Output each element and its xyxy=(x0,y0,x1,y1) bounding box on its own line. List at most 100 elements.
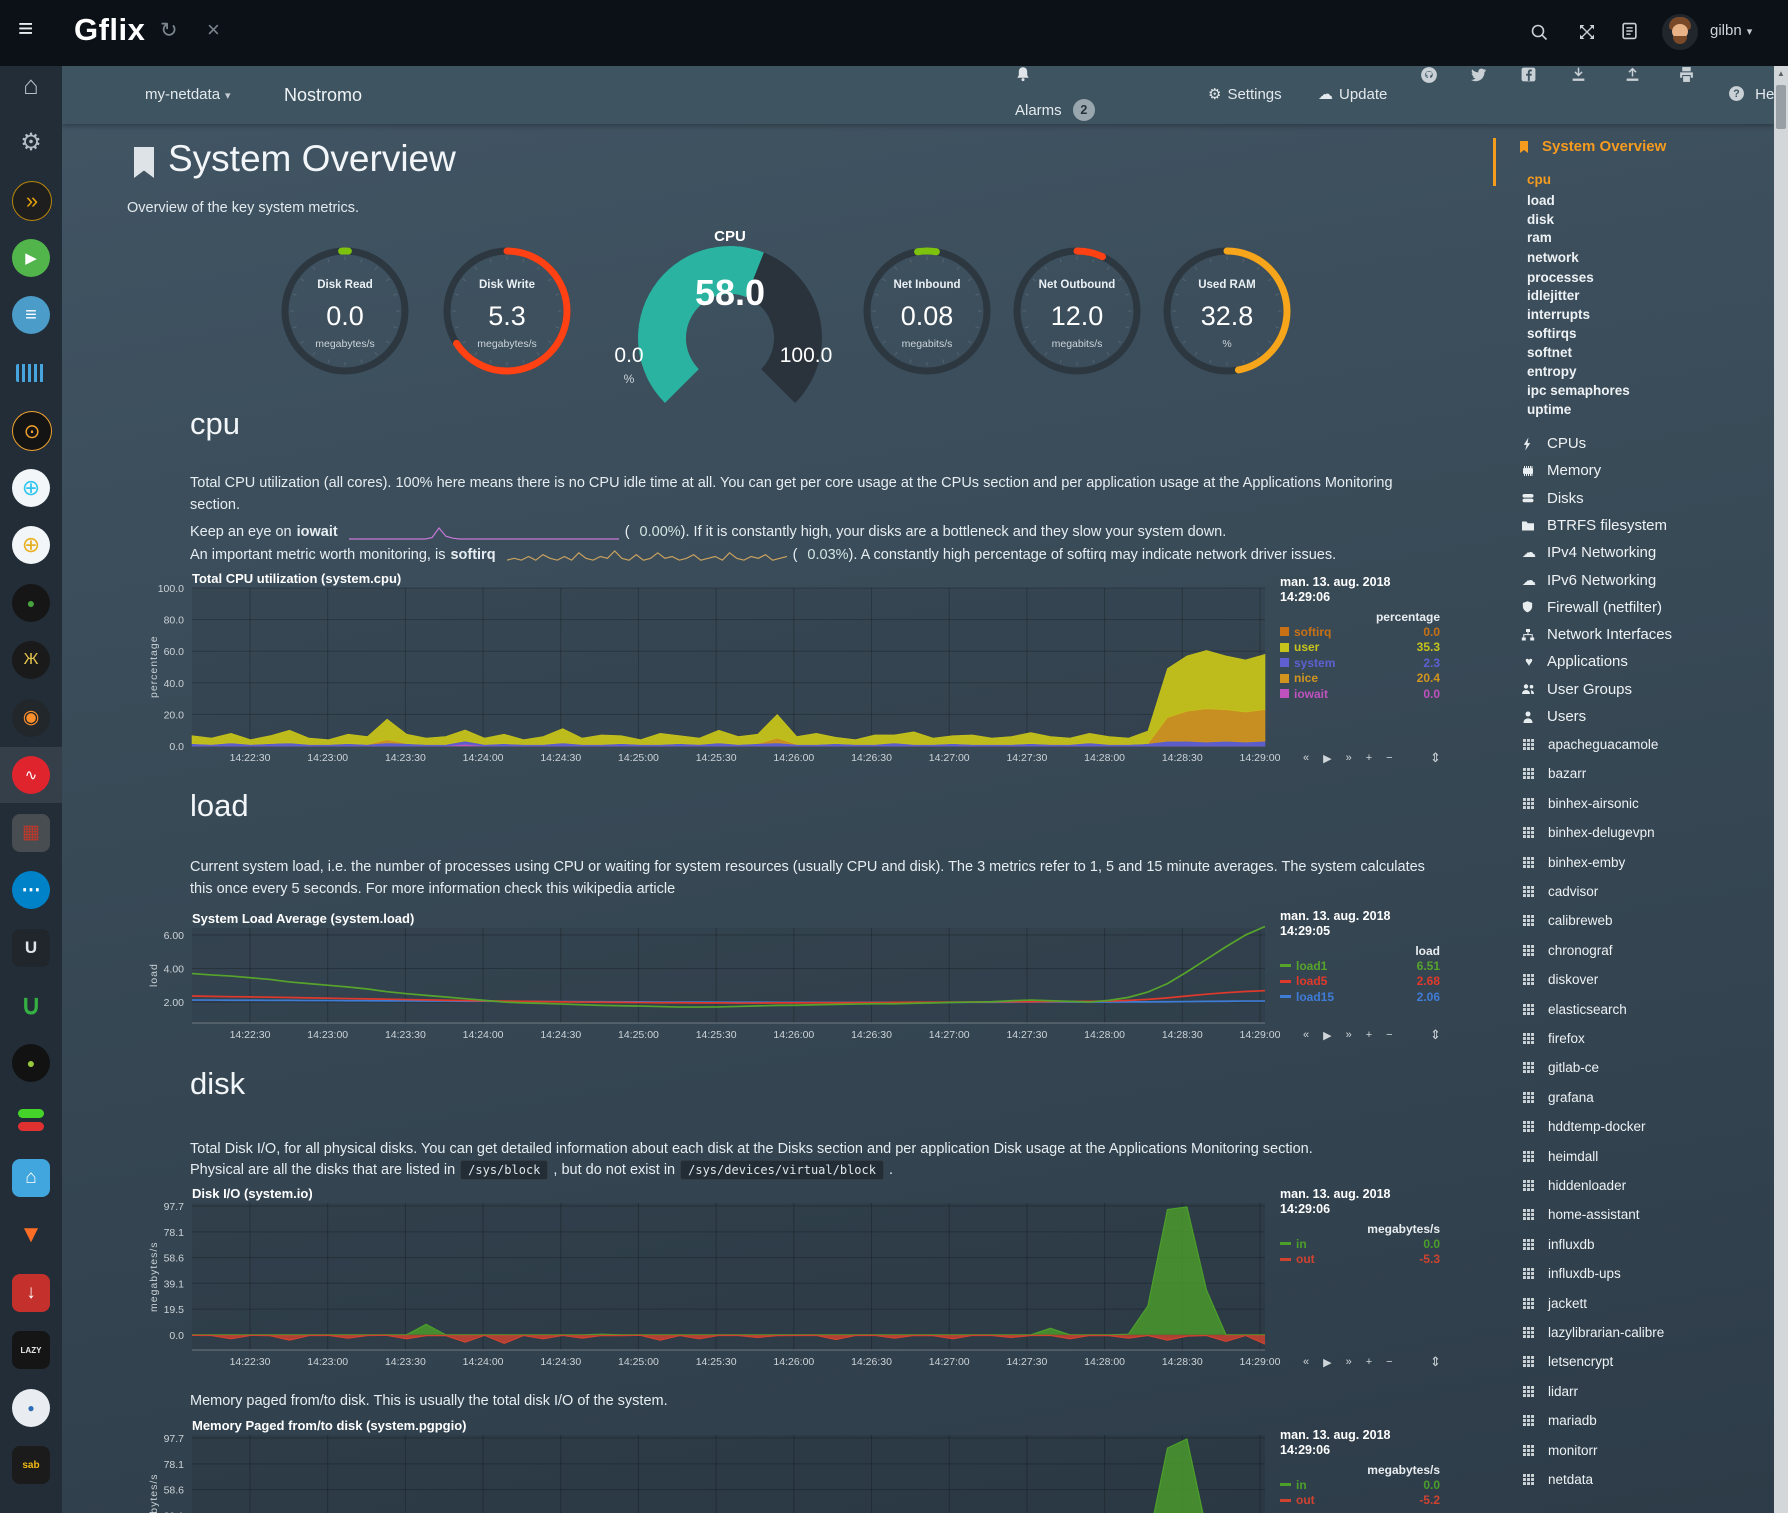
menu-app-firefox[interactable]: firefox xyxy=(1523,1031,1585,1046)
menu-app-binhex-delugevpn[interactable]: binhex-delugevpn xyxy=(1523,825,1655,840)
menu-app-binhex-emby[interactable]: binhex-emby xyxy=(1523,855,1625,870)
menu-app-elasticsearch[interactable]: elasticsearch xyxy=(1523,1002,1627,1017)
menu-app-lazylibrarian-calibre[interactable]: lazylibrarian-calibre xyxy=(1523,1325,1664,1340)
sidebar-item-soundcloud[interactable] xyxy=(0,345,62,401)
zoom-out-icon[interactable]: − xyxy=(1386,752,1392,765)
sidebar-item-sabnzbd[interactable]: sab xyxy=(0,1437,62,1493)
play-icon[interactable]: ▶ xyxy=(1323,752,1331,765)
load-resize-handle[interactable]: ⇕ xyxy=(1430,1027,1441,1043)
net-outbound-gauge[interactable]: Net Outbound12.0megabits/s xyxy=(1007,241,1147,381)
update-button[interactable]: ☁Update xyxy=(1318,66,1387,124)
disk-legend-row-out[interactable]: out-5.3 xyxy=(1280,1252,1440,1268)
load-chart-plot[interactable]: 6.004.002.0014:22:3014:23:0014:23:3014:2… xyxy=(192,928,1265,1045)
load-legend-row-load5[interactable]: load52.68 xyxy=(1280,974,1440,990)
menu-app-gitlab-ce[interactable]: gitlab-ce xyxy=(1523,1060,1599,1075)
sidebar-item-home-assistant[interactable]: ⌂ xyxy=(0,1150,62,1206)
menu-app-mariadb[interactable]: mariadb xyxy=(1523,1413,1597,1428)
sidebar-item-netdata[interactable]: ∿ xyxy=(0,747,62,803)
sidebar-item-pihole[interactable]: ● xyxy=(0,1035,62,1091)
refresh-icon[interactable]: ↻ xyxy=(160,20,178,41)
disk-chart-plot[interactable]: 97.778.158.639.119.50.014:22:3014:23:001… xyxy=(192,1203,1265,1372)
menu-subitem-processes[interactable]: processes xyxy=(1527,270,1594,285)
print-button[interactable] xyxy=(1678,66,1701,124)
sidebar-item-jackett[interactable]: ⊙ xyxy=(0,402,62,458)
sidebar-item-diskover[interactable]: Ж xyxy=(0,632,62,688)
import-upload-button[interactable] xyxy=(1624,66,1647,124)
menu-section-memory[interactable]: Memory xyxy=(1521,462,1601,479)
sidebar-item-grafana[interactable]: ◉ xyxy=(0,690,62,746)
cpu-legend-row-softirq[interactable]: softirq0.0 xyxy=(1280,624,1440,640)
pan-backward-icon[interactable]: « xyxy=(1303,1029,1309,1042)
sidebar-item-settings[interactable]: ⚙ xyxy=(0,115,62,171)
menu-section-ipv6-networking[interactable]: ☁IPv6 Networking xyxy=(1521,572,1656,589)
play-icon[interactable]: ▶ xyxy=(1323,1029,1331,1042)
menu-subitem-softirqs[interactable]: softirqs xyxy=(1527,326,1577,341)
menu-subitem-cpu[interactable]: cpu xyxy=(1527,172,1551,187)
sidebar-item-glances[interactable]: ● xyxy=(0,575,62,631)
app-brand[interactable]: Gflix xyxy=(74,12,145,48)
menu-subitem-ram[interactable]: ram xyxy=(1527,230,1552,245)
menu-section-applications[interactable]: ♥Applications xyxy=(1521,653,1628,670)
user-menu[interactable]: gilbn▾ xyxy=(1710,22,1752,39)
menu-app-cadvisor[interactable]: cadvisor xyxy=(1523,884,1598,899)
fullscreen-expand-icon[interactable] xyxy=(1578,23,1596,41)
pgpgio-legend-row-out[interactable]: out-5.2 xyxy=(1280,1493,1440,1509)
facebook-link[interactable] xyxy=(1520,66,1543,124)
sidebar-item-youtube-dl[interactable]: ↓ xyxy=(0,1265,62,1321)
menu-app-calibreweb[interactable]: calibreweb xyxy=(1523,913,1613,928)
disk-legend-row-in[interactable]: in0.0 xyxy=(1280,1236,1440,1252)
softirq-sparkline[interactable] xyxy=(507,548,787,563)
net-inbound-gauge[interactable]: Net Inbound0.08megabits/s xyxy=(857,241,997,381)
menu-app-netdata[interactable]: netdata xyxy=(1523,1472,1593,1487)
menu-app-chronograf[interactable]: chronograf xyxy=(1523,943,1613,958)
menu-app-diskover[interactable]: diskover xyxy=(1523,972,1598,987)
load-legend-row-load1[interactable]: load16.51 xyxy=(1280,958,1440,974)
settings-button[interactable]: ⚙Settings xyxy=(1208,66,1282,124)
cpu-legend-row-user[interactable]: user35.3 xyxy=(1280,640,1440,656)
disk-read-gauge[interactable]: Disk Read0.0megabytes/s xyxy=(275,241,415,381)
pan-forward-icon[interactable]: » xyxy=(1346,752,1352,765)
menu-subitem-uptime[interactable]: uptime xyxy=(1527,402,1571,417)
menu-subitem-entropy[interactable]: entropy xyxy=(1527,364,1577,379)
pan-forward-icon[interactable]: » xyxy=(1346,1356,1352,1369)
menu-section-system-overview[interactable]: System Overview xyxy=(1517,138,1666,155)
menu-section-cpus[interactable]: CPUs xyxy=(1521,435,1586,452)
menu-app-influxdb[interactable]: influxdb xyxy=(1523,1237,1595,1252)
menu-section-firewall-netfilter-[interactable]: Firewall (netfilter) xyxy=(1521,599,1662,616)
sidebar-item-lazylibrarian[interactable]: LAZY xyxy=(0,1322,62,1378)
menu-section-user-groups[interactable]: User Groups xyxy=(1521,681,1632,698)
sidebar-item-rutorrent[interactable]: ▦ xyxy=(0,805,62,861)
sidebar-item-radarr[interactable]: ⊕ xyxy=(0,517,62,573)
sidebar-item-monitorr[interactable] xyxy=(0,1092,62,1148)
menu-app-bazarr[interactable]: bazarr xyxy=(1523,766,1586,781)
menu-section-disks[interactable]: Disks xyxy=(1521,490,1584,507)
iowait-sparkline[interactable] xyxy=(349,525,619,540)
close-icon[interactable]: × xyxy=(207,19,220,41)
page-scrollbar[interactable]: ▲ xyxy=(1774,66,1788,1513)
menu-app-influxdb-ups[interactable]: influxdb-ups xyxy=(1523,1266,1621,1281)
cpu-legend-row-iowait[interactable]: iowait0.0 xyxy=(1280,686,1440,702)
sidebar-item-library[interactable]: ≡ xyxy=(0,287,62,343)
sidebar-item-plex[interactable]: » xyxy=(0,172,62,228)
pan-backward-icon[interactable]: « xyxy=(1303,752,1309,765)
cpu-gauge[interactable]: CPU58.00.0100.0% xyxy=(600,228,860,448)
menu-app-letsencrypt[interactable]: letsencrypt xyxy=(1523,1354,1613,1369)
zoom-in-icon[interactable]: + xyxy=(1366,1029,1372,1042)
load-legend-row-load15[interactable]: load152.06 xyxy=(1280,989,1440,1005)
menu-section-users[interactable]: Users xyxy=(1521,708,1586,725)
pan-backward-icon[interactable]: « xyxy=(1303,1356,1309,1369)
cpu-resize-handle[interactable]: ⇕ xyxy=(1430,750,1441,766)
sidebar-item-sonarr[interactable]: ⊕ xyxy=(0,460,62,516)
menu-app-grafana[interactable]: grafana xyxy=(1523,1090,1594,1105)
changelog-book-icon[interactable] xyxy=(1621,22,1638,40)
menu-app-apacheguacamole[interactable]: apacheguacamole xyxy=(1523,737,1658,752)
menu-subitem-load[interactable]: load xyxy=(1527,193,1555,208)
menu-subitem-idlejitter[interactable]: idlejitter xyxy=(1527,288,1580,303)
menu-app-binhex-airsonic[interactable]: binhex-airsonic xyxy=(1523,796,1639,811)
play-icon[interactable]: ▶ xyxy=(1323,1356,1331,1369)
menu-app-hiddenloader[interactable]: hiddenloader xyxy=(1523,1178,1626,1193)
pgpgio-legend-row-in[interactable]: in0.0 xyxy=(1280,1477,1440,1493)
menu-subitem-interrupts[interactable]: interrupts xyxy=(1527,307,1590,322)
menu-app-jackett[interactable]: jackett xyxy=(1523,1296,1587,1311)
sidebar-item-gitlab[interactable]: ▼ xyxy=(0,1207,62,1263)
